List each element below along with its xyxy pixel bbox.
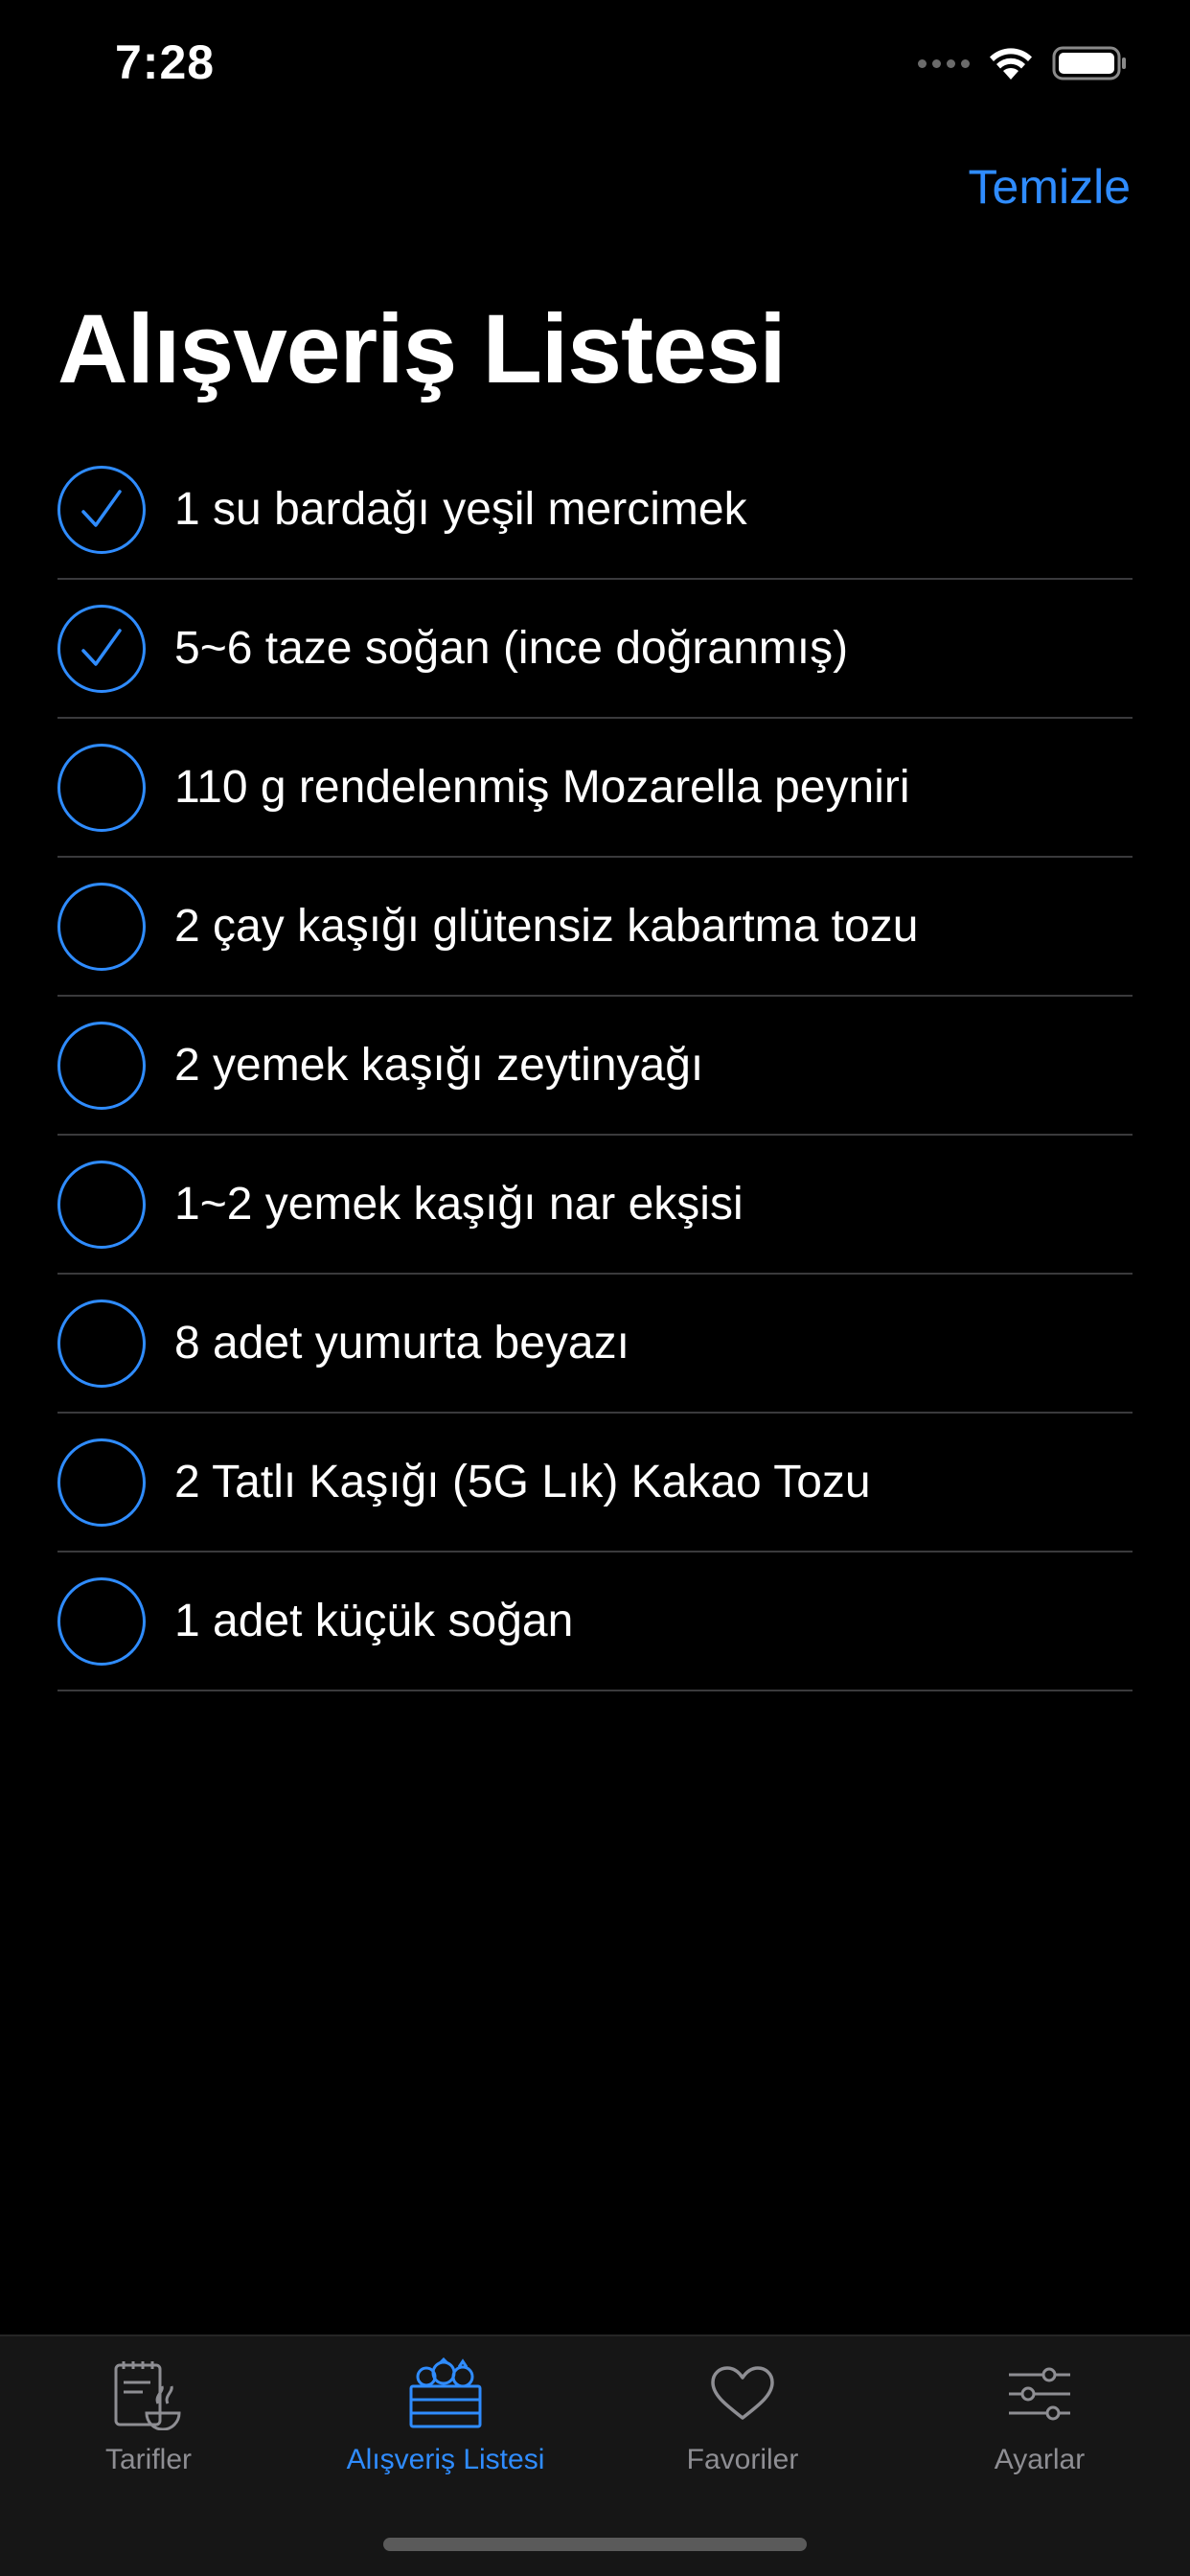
cellular-signal-icon (918, 58, 970, 68)
wifi-icon (990, 48, 1032, 80)
checkbox[interactable] (57, 465, 146, 554)
recipe-book-icon (105, 2356, 192, 2432)
tab-settings[interactable]: Ayarlar (891, 2336, 1188, 2509)
checkmark-icon (81, 489, 122, 527)
shopping-list: 1 su bardağı yeşil mercimek 5~6 taze soğ… (57, 441, 1133, 1691)
list-item[interactable]: 110 g rendelenmiş Mozarella peyniri (57, 719, 1133, 858)
item-label: 110 g rendelenmiş Mozarella peyniri (174, 762, 910, 813)
vegetable-crate-icon (402, 2356, 489, 2432)
item-label: 2 yemek kaşığı zeytinyağı (174, 1040, 704, 1091)
list-item[interactable]: 1 adet küçük soğan (57, 1552, 1133, 1691)
tab-label: Ayarlar (994, 2444, 1086, 2475)
status-bar: 7:28 (0, 0, 1190, 134)
list-item[interactable]: 2 çay kaşığı glütensiz kabartma tozu (57, 858, 1133, 997)
tab-label: Favoriler (686, 2444, 799, 2475)
home-indicator (383, 2538, 807, 2551)
list-item[interactable]: 8 adet yumurta beyazı (57, 1275, 1133, 1414)
checkbox[interactable] (57, 1160, 146, 1249)
checkbox[interactable] (57, 1438, 146, 1527)
item-label: 5~6 taze soğan (ince doğranmış) (174, 623, 849, 674)
tab-recipes[interactable]: Tarifler (0, 2336, 297, 2509)
status-icons (918, 42, 1129, 84)
list-item[interactable]: 1~2 yemek kaşığı nar ekşisi (57, 1136, 1133, 1275)
checkbox[interactable] (57, 882, 146, 971)
checkmark-icon (81, 628, 122, 666)
heart-icon (699, 2356, 786, 2432)
status-time: 7:28 (115, 35, 216, 89)
item-label: 2 Tatlı Kaşığı (5G Lık) Kakao Tozu (174, 1457, 871, 1507)
clear-button[interactable]: Temizle (969, 159, 1131, 215)
list-item[interactable]: 5~6 taze soğan (ince doğranmış) (57, 580, 1133, 719)
checkbox[interactable] (57, 604, 146, 693)
shopping-list-screen: 7:28 Temizle Alışveriş Listesi 1 su bard… (0, 0, 1190, 2576)
item-label: 8 adet yumurta beyazı (174, 1318, 629, 1368)
list-item[interactable]: 2 Tatlı Kaşığı (5G Lık) Kakao Tozu (57, 1414, 1133, 1552)
checkbox[interactable] (57, 1021, 146, 1110)
tab-favorites[interactable]: Favoriler (594, 2336, 891, 2509)
checkbox[interactable] (57, 1299, 146, 1388)
checkbox[interactable] (57, 1576, 146, 1666)
item-label: 1~2 yemek kaşığı nar ekşisi (174, 1179, 744, 1230)
tab-label: Tarifler (104, 2444, 192, 2475)
list-item[interactable]: 1 su bardağı yeşil mercimek (57, 441, 1133, 580)
item-label: 1 su bardağı yeşil mercimek (174, 484, 747, 535)
sliders-icon (996, 2356, 1083, 2432)
list-item[interactable]: 2 yemek kaşığı zeytinyağı (57, 997, 1133, 1136)
tab-label: Alışveriş Listesi (346, 2444, 545, 2475)
item-label: 1 adet küçük soğan (174, 1596, 574, 1646)
battery-icon (1052, 46, 1126, 80)
item-label: 2 çay kaşığı glütensiz kabartma tozu (174, 901, 919, 952)
tab-shopping-list[interactable]: Alışveriş Listesi (297, 2336, 594, 2509)
checkbox[interactable] (57, 743, 146, 832)
page-title: Alışveriş Listesi (57, 294, 787, 403)
